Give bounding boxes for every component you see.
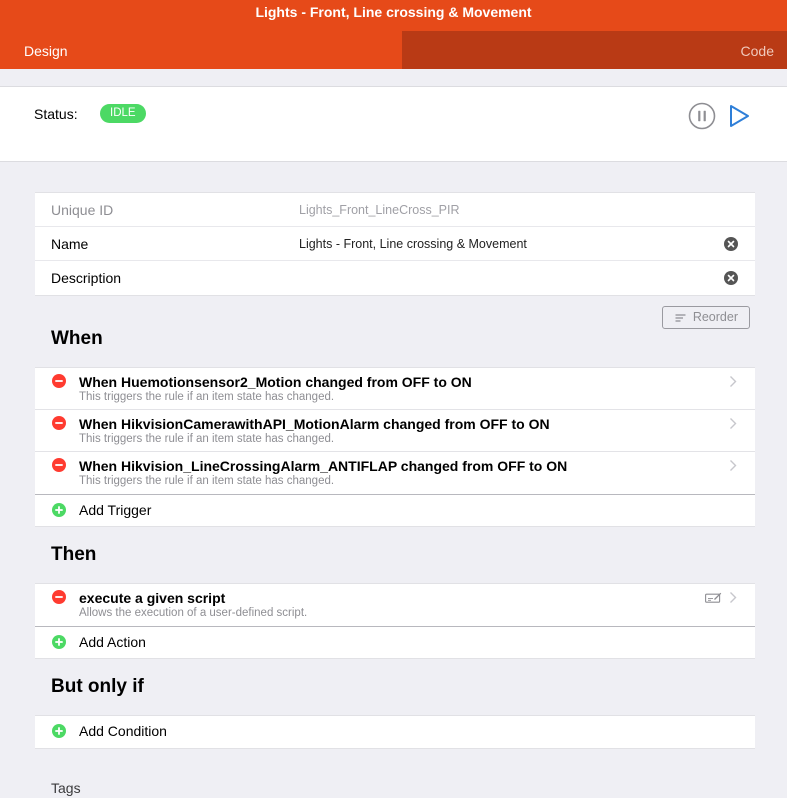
add-trigger-label: Add Trigger	[79, 502, 152, 518]
add-condition-label: Add Condition	[79, 723, 167, 739]
tab-design[interactable]: Design	[0, 31, 402, 69]
actions-card: execute a given script Allows the execut…	[35, 583, 755, 659]
add-icon	[52, 503, 66, 517]
clear-description-icon[interactable]	[724, 271, 738, 285]
add-condition-row[interactable]: Add Condition	[35, 716, 755, 748]
remove-trigger-icon[interactable]	[52, 416, 66, 430]
add-trigger-row[interactable]: Add Trigger	[35, 494, 755, 526]
remove-action-icon[interactable]	[52, 590, 66, 604]
add-action-label: Add Action	[79, 634, 146, 650]
add-action-row[interactable]: Add Action	[35, 626, 755, 658]
unique-id-row: Unique ID Lights_Front_LineCross_PIR	[35, 193, 755, 227]
navbar: Lights - Front, Line crossing & Movement	[0, 0, 787, 31]
clear-name-icon[interactable]	[724, 237, 738, 251]
trigger-row[interactable]: When Hikvision_LineCrossingAlarm_ANTIFLA…	[35, 452, 755, 494]
action-subtitle: Allows the execution of a user-defined s…	[79, 607, 308, 619]
trigger-subtitle: This triggers the rule if an item state …	[79, 391, 335, 403]
conditions-card: Add Condition	[35, 715, 755, 749]
unique-id-label: Unique ID	[51, 202, 114, 218]
unique-id-field: Lights_Front_LineCross_PIR	[299, 203, 460, 217]
status-panel: Status: IDLE	[0, 86, 787, 162]
trigger-subtitle: This triggers the rule if an item state …	[79, 433, 335, 445]
remove-trigger-icon[interactable]	[52, 374, 66, 388]
name-label: Name	[51, 236, 89, 252]
trigger-title: When Huemotionsensor2_Motion changed fro…	[79, 374, 472, 390]
reorder-button[interactable]: Reorder	[662, 306, 750, 329]
add-icon	[52, 635, 66, 649]
trigger-row[interactable]: When Huemotionsensor2_Motion changed fro…	[35, 368, 755, 410]
action-row[interactable]: execute a given script Allows the execut…	[35, 584, 755, 626]
trigger-title: When Hikvision_LineCrossingAlarm_ANTIFLA…	[79, 458, 568, 474]
reorder-label: Reorder	[692, 310, 738, 324]
chevron-right-icon	[730, 460, 737, 471]
details-card: Unique ID Lights_Front_LineCross_PIR Nam…	[35, 192, 755, 296]
but-only-if-heading: But only if	[51, 676, 144, 697]
play-icon[interactable]	[727, 104, 751, 128]
action-title: execute a given script	[79, 590, 226, 606]
chevron-right-icon	[730, 418, 737, 429]
trigger-subtitle: This triggers the rule if an item state …	[79, 475, 335, 487]
script-icon	[705, 592, 722, 603]
pause-icon[interactable]	[688, 102, 716, 130]
page-title: Lights - Front, Line crossing & Movement	[255, 4, 532, 20]
then-heading: Then	[51, 544, 97, 565]
status-badge: IDLE	[100, 104, 146, 123]
description-row: Description	[35, 261, 755, 295]
name-field[interactable]: Lights - Front, Line crossing & Movement	[299, 237, 527, 251]
tags-heading: Tags	[51, 780, 81, 796]
triggers-card: When Huemotionsensor2_Motion changed fro…	[35, 367, 755, 527]
when-heading: When	[51, 328, 103, 349]
reorder-icon	[675, 314, 686, 322]
trigger-title: When HikvisionCamerawithAPI_MotionAlarm …	[79, 416, 550, 432]
name-row: Name Lights - Front, Line crossing & Mov…	[35, 227, 755, 261]
chevron-right-icon	[730, 376, 737, 387]
status-label: Status:	[34, 106, 78, 122]
chevron-right-icon	[730, 592, 737, 603]
remove-trigger-icon[interactable]	[52, 458, 66, 472]
trigger-row[interactable]: When HikvisionCamerawithAPI_MotionAlarm …	[35, 410, 755, 452]
add-icon	[52, 724, 66, 738]
description-label: Description	[51, 270, 122, 286]
tab-code[interactable]: Code	[402, 31, 787, 69]
tab-bar: Design Code	[0, 31, 787, 69]
